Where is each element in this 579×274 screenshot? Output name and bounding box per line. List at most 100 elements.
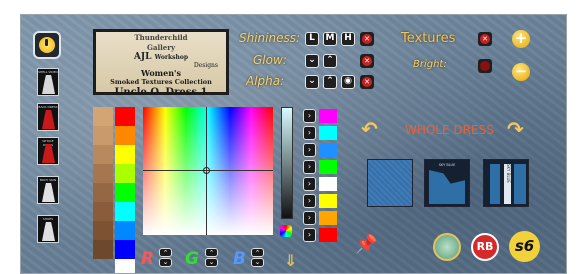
blue-down-button[interactable]: ⌄ [251,258,264,267]
arrow-down-icon[interactable]: ⇓ [284,251,297,270]
dress-icon [42,110,55,129]
thumbnail-4[interactable]: BODY SKIN [37,176,59,204]
eye-icon: ◉ [344,76,352,86]
chevron-right-icon[interactable]: › [303,211,316,225]
color-swatch[interactable] [93,240,113,259]
green-channel-label: G [185,249,199,269]
thumbnail-5[interactable]: SHOES [37,215,59,243]
alpha-visibility-button[interactable]: ◉ [341,75,355,89]
texture-panel-1[interactable] [367,159,413,207]
color-swatch[interactable] [115,183,135,202]
close-icon: ✕ [362,56,372,66]
color-swatch[interactable] [115,107,135,126]
redo-arrow-icon[interactable]: ↷ [507,117,524,141]
color-swatch[interactable] [115,145,135,164]
color-swatch[interactable] [319,143,337,157]
thumbnail-2[interactable]: BACK DRESS [37,103,59,131]
color-swatch[interactable] [319,194,337,208]
palette-icon[interactable] [280,225,292,237]
texture-panel-2[interactable]: SKY BLUE [424,159,470,207]
preset-row[interactable]: › [303,160,337,174]
chevron-right-icon[interactable]: › [303,228,316,242]
alpha-down-button[interactable]: ⌄ [305,75,319,89]
color-swatch[interactable] [115,240,135,259]
alpha-clear-button[interactable]: ✕ [360,75,374,89]
color-swatch[interactable] [93,126,113,145]
blue-stepper[interactable]: ⌃ ⌄ [251,248,264,267]
chevron-right-icon[interactable]: › [303,126,316,140]
color-swatch[interactable] [93,164,113,183]
alpha-up-button[interactable]: ⌃ [323,75,337,89]
color-swatch[interactable] [93,221,113,240]
chevron-right-icon[interactable]: › [303,143,316,157]
rb-logo-button[interactable]: RB [471,233,499,261]
green-down-button[interactable]: ⌄ [205,258,218,267]
color-swatch[interactable] [115,259,135,273]
bright-toggle-button[interactable] [478,59,492,73]
color-swatch[interactable] [319,109,337,123]
color-swatch[interactable] [93,145,113,164]
glow-label: Glow: [253,53,287,67]
textures-clear-button[interactable]: ✕ [478,32,492,46]
plus-button[interactable]: + [512,30,530,48]
brightness-slider[interactable] [281,107,293,219]
color-swatch[interactable] [115,221,135,240]
pin-icon[interactable]: 📌 [355,234,377,255]
texture-panel-3[interactable]: SKY BLUE [483,159,529,207]
color-swatch[interactable] [319,211,337,225]
shininess-low-button[interactable]: L [305,32,319,46]
chevron-right-icon[interactable]: › [303,194,316,208]
preset-row[interactable]: › [303,194,337,208]
preset-row[interactable]: › [303,228,337,242]
color-swatch[interactable] [115,164,135,183]
picker-cursor[interactable] [203,167,210,174]
thumbnail-caption: BODY SKIN [39,178,57,182]
thumbnail-1[interactable]: SHELL VIDEO [37,68,59,96]
green-stepper[interactable]: ⌃ ⌄ [205,248,218,267]
preset-row[interactable]: › [303,211,337,225]
color-swatch[interactable] [115,202,135,221]
texture-shape [490,164,500,204]
thumbnail-3[interactable]: WHOLE DRESS [37,137,59,165]
color-swatch[interactable] [93,202,113,221]
globe-logo-icon[interactable] [433,233,461,261]
color-picker-gradient[interactable] [143,107,273,235]
s6-logo-button[interactable]: s6 [509,231,540,262]
color-swatch[interactable] [319,126,337,140]
color-swatch[interactable] [319,160,337,174]
chevron-right-icon[interactable]: › [303,160,316,174]
preset-row[interactable]: › [303,177,337,191]
glow-down-button[interactable]: ⌄ [305,54,319,68]
dress-icon [42,75,55,94]
red-down-button[interactable]: ⌄ [159,258,172,267]
chevron-right-icon[interactable]: › [303,109,316,123]
toggle-icon [480,61,490,71]
minus-button[interactable]: − [512,63,530,81]
shininess-clear-button[interactable]: ✕ [360,32,374,46]
glow-clear-button[interactable]: ✕ [360,54,374,68]
brand-line: Workshop [154,54,189,61]
minus-icon: − [514,62,528,80]
blue-up-button[interactable]: ⌃ [251,248,264,257]
color-swatch[interactable] [93,107,113,126]
glow-up-button[interactable]: ⌃ [323,54,337,68]
undo-arrow-icon[interactable]: ↶ [361,117,378,141]
green-up-button[interactable]: ⌃ [205,248,218,257]
thumbnail-caption: SHOES [42,217,54,221]
texture-caption: SKY BLUE [438,163,456,167]
color-swatch[interactable] [115,126,135,145]
shininess-high-button[interactable]: H [341,32,355,46]
chevron-right-icon[interactable]: › [303,177,316,191]
preset-row[interactable]: › [303,126,337,140]
color-swatch[interactable] [319,177,337,191]
preset-row[interactable]: › [303,143,337,157]
collection-audience: Women's [141,68,181,78]
power-button[interactable] [33,31,61,59]
primary-swatch-column [115,107,135,273]
red-stepper[interactable]: ⌃ ⌄ [159,248,172,267]
shininess-medium-button[interactable]: M [323,32,337,46]
red-up-button[interactable]: ⌃ [159,248,172,257]
preset-row[interactable]: › [303,109,337,123]
color-swatch[interactable] [93,183,113,202]
color-swatch[interactable] [319,228,337,242]
